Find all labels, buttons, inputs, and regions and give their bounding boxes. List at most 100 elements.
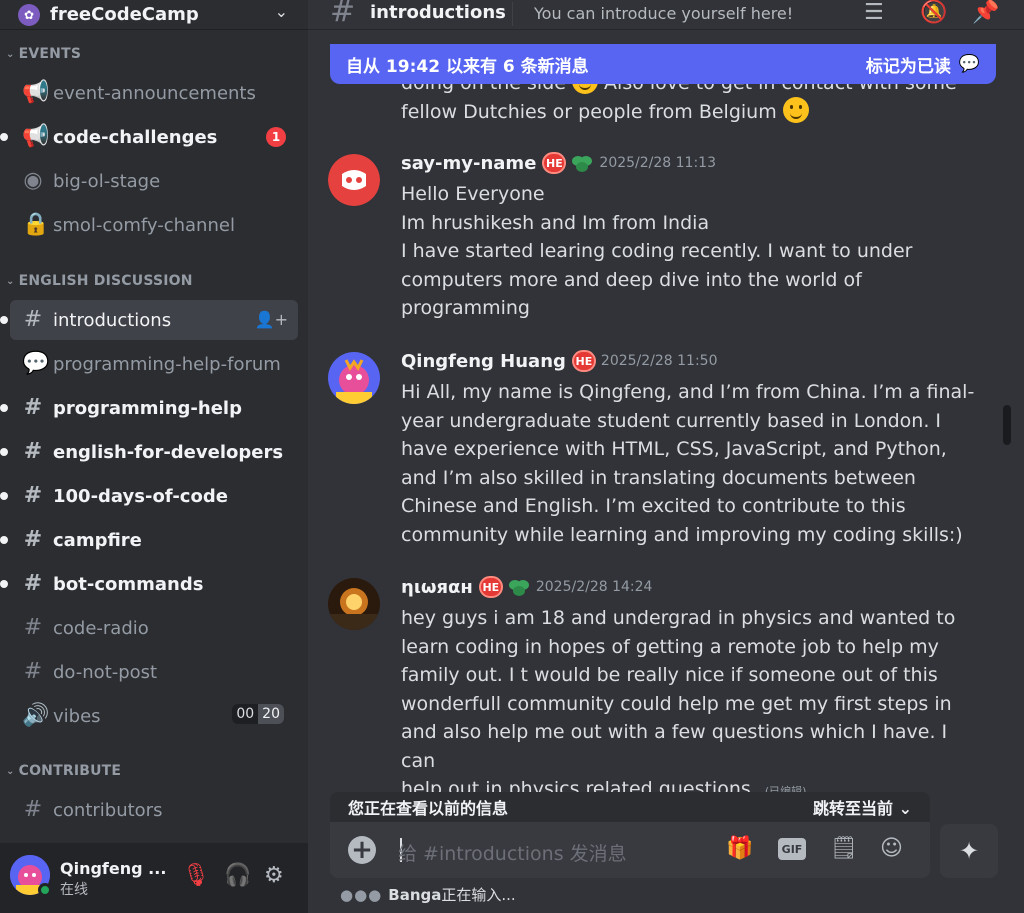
mark-as-read-button[interactable]: 标记为已读 — [866, 52, 951, 77]
unread-indicator — [0, 448, 8, 456]
channel-do-not-post[interactable]: # do-not-post — [10, 652, 298, 692]
category-events[interactable]: ⌄ EVENTS — [6, 46, 81, 62]
avatar[interactable] — [328, 578, 380, 630]
hash-icon: # — [23, 571, 43, 596]
channel-label: introductions — [53, 309, 172, 331]
channel-vibes[interactable]: 🔊 vibes 00 20 — [10, 696, 298, 736]
role-badge[interactable]: HE — [542, 152, 567, 174]
message-body: hey guys i am 18 and undergrad in physic… — [401, 604, 981, 807]
add-attachment-button[interactable]: + — [348, 836, 376, 864]
hash-icon: # — [23, 395, 43, 420]
message-author[interactable]: say-my-name — [401, 153, 536, 174]
older-messages-text: 您正在查看以前的信息 — [348, 799, 509, 818]
viewing-older-messages-bar: 您正在查看以前的信息 跳转至当前 ⌄ — [330, 792, 930, 822]
channel-label: 100-days-of-code — [53, 485, 228, 507]
message-text-line: fellow Dutchies or people from Belgium — [401, 101, 783, 123]
category-english-discussion[interactable]: ⌄ ENGLISH DISCUSSION — [6, 273, 193, 289]
channel-contributors[interactable]: # contributors — [10, 790, 298, 830]
user-panel: Qingfeng ... 在线 🎙 🎧 ⚙ — [0, 843, 308, 913]
megaphone-icon: 📢 — [22, 124, 50, 149]
message-input[interactable]: 给 #introductions 发消息 — [398, 839, 627, 866]
message-timestamp[interactable]: 2025/2/28 11:13 — [599, 155, 716, 171]
jump-to-present-button[interactable]: 跳转至当前 ⌄ — [813, 795, 912, 819]
channel-100-days-of-code[interactable]: # 100-days-of-code — [0, 476, 298, 516]
mark-read-icon: 💬 — [958, 54, 980, 74]
message-text-line: programming — [401, 297, 530, 319]
hash-icon: # — [23, 659, 43, 684]
pin-icon[interactable]: 📌 — [972, 0, 999, 25]
channel-big-ol-stage[interactable]: ◉ big-ol-stage — [10, 161, 298, 201]
channel-code-radio[interactable]: # code-radio — [10, 608, 298, 648]
message-author[interactable]: ηιωяαн — [401, 577, 473, 598]
mention-badge: 1 — [266, 127, 286, 147]
message-text-line: Chinese and English. I’m excited to cont… — [401, 495, 906, 517]
channel-smol-comfy-channel[interactable]: 🔒 smol-comfy-channel — [10, 205, 298, 245]
unread-indicator — [0, 492, 8, 500]
hash-icon: # — [23, 439, 43, 464]
voice-user-count: 00 20 — [232, 704, 284, 724]
stage-icon: ◉ — [23, 168, 43, 193]
message-text-line: and I’m also skilled in translating docu… — [401, 466, 916, 489]
channel-programming-help-forum[interactable]: 💬 programming-help-forum — [10, 344, 298, 384]
user-status: 在线 — [60, 882, 88, 898]
server-header[interactable]: ✿ freeCodeCamp ⌄ — [0, 0, 308, 30]
unread-indicator — [0, 580, 8, 588]
hash-icon: # — [23, 615, 43, 640]
channel-label: vibes — [53, 705, 101, 727]
voice-count-current: 00 — [232, 704, 259, 724]
gear-icon[interactable]: ⚙ — [264, 863, 284, 888]
typing-indicator: ●●● Banga 正在输入... — [340, 884, 516, 905]
message-timestamp[interactable]: 2025/2/28 11:50 — [601, 353, 718, 369]
message-list: doing on the side Also love to get in co… — [308, 30, 1004, 820]
channel-label: programming-help-forum — [53, 353, 281, 375]
channel-campfire[interactable]: # campfire — [0, 520, 298, 560]
channel-label: code-radio — [53, 617, 149, 639]
channel-label: programming-help — [53, 397, 242, 419]
gift-icon[interactable]: 🎁 — [726, 836, 753, 861]
channel-title: introductions — [370, 2, 506, 23]
channel-introductions[interactable]: # introductions 👤+ — [0, 300, 298, 340]
channel-label: smol-comfy-channel — [53, 214, 235, 236]
apps-button[interactable]: ✦ — [940, 824, 998, 878]
channel-label: contributors — [53, 799, 163, 821]
typing-dots-icon: ●●● — [340, 885, 383, 904]
unread-indicator — [0, 404, 8, 412]
notification-bell-muted-icon[interactable]: 🔕 — [920, 0, 947, 25]
user-name: Qingfeng ... — [60, 859, 167, 878]
chevron-down-icon[interactable]: ⌄ — [275, 2, 288, 21]
sticker-icon[interactable]: 🗒 — [830, 836, 858, 861]
threads-icon[interactable]: ☰ — [864, 0, 884, 25]
channel-code-challenges[interactable]: 📢 code-challenges 1 — [0, 117, 298, 157]
new-messages-banner[interactable]: 自从 19:42 以来有 6 条新消息 标记为已读 💬 — [330, 44, 996, 84]
invite-member-icon[interactable]: 👤+ — [255, 310, 288, 329]
message-author[interactable]: Qingfeng Huang — [401, 351, 566, 372]
message-timestamp[interactable]: 2025/2/28 14:24 — [536, 579, 653, 595]
message-body: Hello Everyone Im hrushikesh and Im from… — [401, 180, 981, 323]
role-badge[interactable]: HE — [571, 350, 596, 372]
channel-programming-help[interactable]: # programming-help — [0, 388, 298, 428]
jump-label: 跳转至当前 — [813, 799, 894, 818]
apps-icon: ✦ — [958, 837, 980, 865]
channel-bot-commands[interactable]: # bot-commands — [0, 564, 298, 604]
emoji-icon[interactable]: ☺ — [880, 836, 903, 861]
mic-muted-icon[interactable]: 🎙 — [182, 863, 210, 888]
message-text-line: computers more and deep dive into the wo… — [401, 268, 862, 291]
leaf-badge-icon[interactable] — [571, 153, 593, 173]
unread-indicator — [0, 536, 8, 544]
headphones-icon[interactable]: 🎧 — [224, 863, 251, 888]
channel-topic[interactable]: You can introduce yourself here! — [534, 4, 793, 23]
chevron-down-icon: ⌄ — [6, 48, 15, 60]
message-text-line: year undergraduate student currently bas… — [401, 409, 942, 432]
avatar[interactable] — [328, 352, 380, 404]
hash-icon: # — [23, 307, 43, 332]
channel-event-announcements[interactable]: 📢 event-announcements — [10, 73, 298, 113]
message-text-line: family out. I t would be really nice if … — [401, 664, 938, 686]
role-badge[interactable]: HE — [478, 576, 503, 598]
category-contribute[interactable]: ⌄ CONTRIBUTE — [6, 763, 121, 779]
scrollbar-thumb[interactable] — [1003, 405, 1011, 445]
leaf-badge-icon[interactable] — [508, 577, 530, 597]
category-label: ENGLISH DISCUSSION — [18, 273, 193, 289]
channel-english-for-developers[interactable]: # english-for-developers — [0, 432, 298, 472]
avatar[interactable] — [328, 154, 380, 206]
gif-button[interactable]: GIF — [778, 838, 806, 860]
